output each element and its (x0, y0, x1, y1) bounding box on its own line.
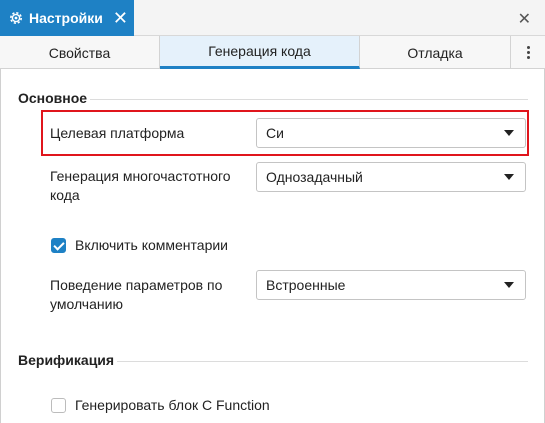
gear-icon (8, 10, 24, 26)
close-tab-icon[interactable]: ✕ (113, 9, 128, 27)
subtab-bar: Свойства Генерация кода Отладка (0, 36, 545, 69)
tab-properties[interactable]: Свойства (0, 36, 160, 69)
title-bar: Настройки ✕ ✕ (0, 0, 545, 36)
section-divider (117, 361, 528, 362)
comments-label[interactable]: Включить комментарии (75, 237, 228, 253)
chevron-down-icon (504, 174, 514, 180)
more-options-icon[interactable] (512, 36, 545, 69)
param-behavior-label: Поведение параметров по умолчанию (50, 277, 223, 312)
tab-code-generation[interactable]: Генерация кода (160, 36, 360, 69)
c-function-label[interactable]: Генерировать блок C Function (75, 397, 270, 413)
multirate-label: Генерация многочастотного кода (50, 168, 231, 203)
settings-tab[interactable]: Настройки ✕ (0, 0, 134, 36)
section-title-basic: Основное (18, 90, 88, 106)
comments-checkbox[interactable] (51, 238, 66, 253)
section-title-verification: Верификация (18, 352, 115, 368)
param-behavior-value: Встроенные (266, 277, 346, 293)
target-platform-label: Целевая платформа (50, 125, 185, 141)
tab-debug[interactable]: Отладка (360, 36, 511, 69)
settings-tab-title: Настройки (29, 10, 103, 26)
target-platform-select[interactable]: Си (256, 118, 526, 148)
param-behavior-select[interactable]: Встроенные (256, 270, 526, 300)
section-divider (90, 99, 528, 100)
chevron-down-icon (504, 282, 514, 288)
close-panel-icon[interactable]: ✕ (518, 9, 531, 29)
target-platform-value: Си (266, 125, 284, 141)
chevron-down-icon (504, 130, 514, 136)
c-function-checkbox[interactable] (51, 398, 66, 413)
multirate-value: Однозадачный (266, 169, 363, 185)
multirate-select[interactable]: Однозадачный (256, 162, 526, 192)
